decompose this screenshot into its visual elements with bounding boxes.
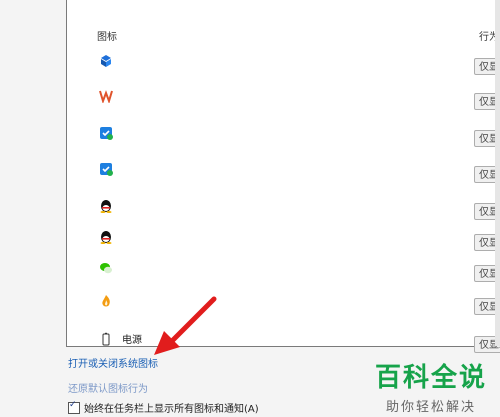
battery-icon [99, 332, 113, 346]
table-row: 仅显示 [67, 158, 500, 190]
fire-icon [99, 294, 113, 308]
notification-icons-panel: 图标 行为 仅显示 仅显示 仅显示 仅显示 [66, 0, 500, 353]
column-header-icon: 图标 [97, 32, 117, 43]
checkbox-label: 始终在任务栏上显示所有图标和通知(A) [84, 404, 259, 415]
table-row: 仅显示 [67, 257, 500, 289]
qq-icon [99, 230, 113, 244]
restore-defaults-link[interactable]: 还原默认图标行为 [68, 380, 148, 395]
table-row: 仅显示 [67, 50, 500, 82]
checkbox[interactable] [68, 400, 80, 414]
table-row: 仅显示 [67, 85, 500, 117]
dropbox-icon [99, 54, 113, 68]
wps-icon [99, 89, 113, 105]
watermark-subtitle: 助你轻松解决 [386, 400, 477, 415]
table-row: 仅显示 [67, 122, 500, 154]
scrollbar[interactable] [495, 0, 500, 346]
tencent-manager-icon [99, 126, 113, 140]
watermark: 百科全说 助你轻松解决 [375, 357, 487, 415]
tencent-manager-icon [99, 162, 113, 176]
table-row: 仅显示 [67, 195, 500, 227]
wechat-icon [99, 261, 113, 275]
table-row: 仅显示 [67, 226, 500, 258]
table-row: 仅显示 [67, 290, 500, 322]
red-arrow-icon [154, 296, 217, 355]
watermark-title: 百科全说 [375, 363, 488, 393]
qq-icon [99, 199, 113, 213]
toggle-system-icons-link[interactable]: 打开或关闭系统图标 [68, 355, 158, 370]
always-show-all-icons-option[interactable]: 始终在任务栏上显示所有图标和通知(A) [68, 400, 259, 415]
row-name: 电源 [122, 335, 142, 346]
